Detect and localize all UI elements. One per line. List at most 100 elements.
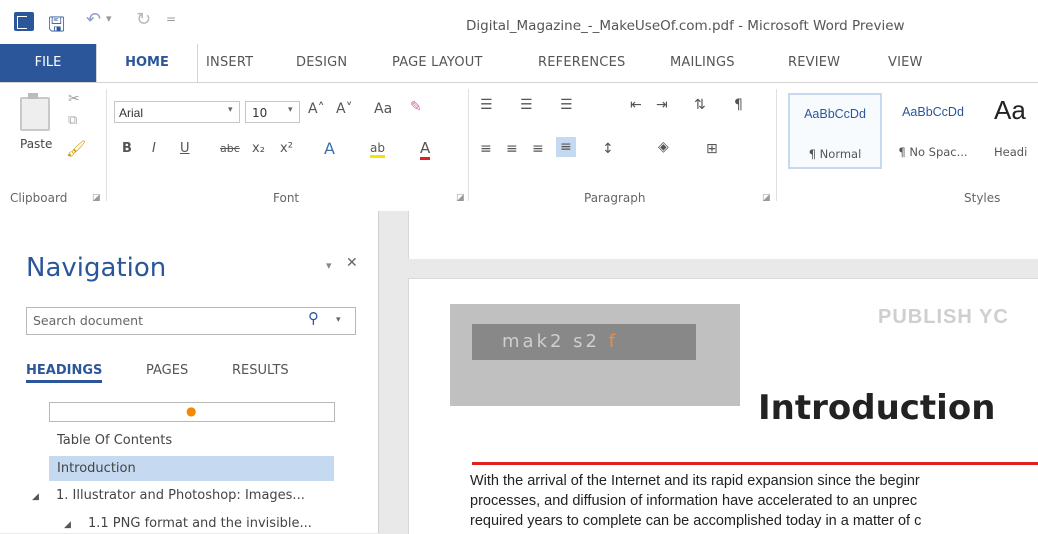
font-color-button[interactable]: A	[420, 139, 431, 160]
nav-heading-illustrator-photoshop[interactable]: 1. Illustrator and Photoshop: Images...	[56, 488, 305, 503]
heading-position-dot: ●	[186, 404, 197, 418]
tab-home[interactable]: HOME	[96, 44, 198, 82]
sort-icon[interactable]: ⇅	[694, 97, 706, 113]
highlight-button[interactable]: ab	[370, 141, 385, 158]
tab-file[interactable]: FILE	[0, 44, 96, 82]
group-divider	[776, 89, 777, 201]
superscript-button[interactable]: x²	[280, 141, 293, 156]
copy-icon[interactable]: ⧉	[68, 113, 77, 128]
style-preview: Aa	[994, 95, 1026, 125]
nav-heading-table-of-contents[interactable]: Table Of Contents	[49, 430, 334, 452]
tab-page-layout[interactable]: PAGE LAYOUT	[392, 55, 483, 70]
bullets-icon[interactable]: ☰	[480, 97, 493, 113]
paragraph-group-label: Paragraph	[584, 191, 646, 205]
chevron-down-icon[interactable]: ▾	[288, 105, 293, 115]
strikethrough-button[interactable]: abc	[220, 142, 240, 155]
collapse-triangle-icon[interactable]: ◢	[32, 492, 39, 502]
tab-pages[interactable]: PAGES	[146, 363, 188, 378]
paste-icon[interactable]	[20, 93, 50, 131]
style-name: ¶ No Spac...	[898, 145, 968, 159]
publish-banner-text: PUBLISH YC	[878, 306, 1009, 328]
show-formatting-icon[interactable]: ¶	[734, 97, 743, 113]
document-heading[interactable]: Introduction	[758, 388, 995, 428]
change-case-icon[interactable]: Aa	[374, 101, 392, 117]
tab-insert[interactable]: INSERT	[206, 55, 253, 70]
nav-heading-png-format[interactable]: 1.1 PNG format and the invisible...	[88, 516, 312, 531]
makeuseof-logo: mak2 s2 f	[472, 324, 696, 360]
grow-font-icon[interactable]: A˄	[308, 101, 325, 117]
undo-dropdown-icon[interactable]: ▾	[106, 12, 112, 25]
line-spacing-icon[interactable]: ↕	[602, 141, 614, 157]
ribbon-tab-bar: FILE HOME INSERT DESIGN PAGE LAYOUT REFE…	[0, 44, 1038, 82]
navigation-title: Navigation	[26, 253, 167, 283]
style-name: Headi	[994, 145, 1028, 159]
align-left-icon[interactable]: ≡	[480, 141, 492, 157]
search-document-input[interactable]: Search document	[26, 307, 356, 335]
decrease-indent-icon[interactable]: ⇤	[630, 97, 642, 113]
body-text-line[interactable]: With the arrival of the Internet and its…	[470, 473, 920, 489]
shrink-font-icon[interactable]: A˅	[336, 101, 353, 117]
tab-headings[interactable]: HEADINGS	[26, 363, 103, 383]
font-launcher-icon[interactable]: ◪	[456, 193, 465, 203]
logo-suffix: f	[608, 331, 619, 352]
tab-references[interactable]: REFERENCES	[538, 55, 625, 70]
tab-review[interactable]: REVIEW	[788, 55, 840, 70]
styles-group-label: Styles	[964, 191, 1001, 205]
style-preview: AaBbCcDd	[902, 105, 964, 119]
bold-button[interactable]: B	[122, 141, 132, 156]
navigation-pane: Navigation ▾ ✕ Search document ⚲ ▾ HEADI…	[0, 211, 379, 533]
tab-view[interactable]: VIEW	[888, 55, 923, 70]
word-app-icon[interactable]	[14, 12, 34, 31]
style-name: ¶ Normal	[808, 147, 862, 161]
style-normal[interactable]: AaBbCcDd ¶ Normal	[788, 93, 882, 169]
title-bar: 🖫 ↶ ▾ ↻ = Digital_Magazine_-_MakeUseOf.c…	[0, 0, 1038, 44]
collapse-triangle-icon[interactable]: ◢	[64, 520, 71, 530]
search-icon[interactable]: ⚲	[308, 309, 319, 327]
font-name-field[interactable]: Arial	[114, 101, 240, 123]
tab-mailings[interactable]: MAILINGS	[670, 55, 735, 70]
group-divider	[106, 89, 107, 201]
tab-results[interactable]: RESULTS	[232, 363, 289, 378]
close-icon[interactable]: ✕	[346, 255, 358, 271]
paragraph-launcher-icon[interactable]: ◪	[762, 193, 771, 203]
window-title: Digital_Magazine_-_MakeUseOf.com.pdf - M…	[466, 18, 905, 34]
style-heading[interactable]: Aa Headi	[984, 93, 1038, 169]
undo-icon[interactable]: ↶	[86, 9, 101, 30]
font-group-label: Font	[273, 191, 300, 205]
numbering-icon[interactable]: ☰	[520, 97, 533, 113]
align-right-icon[interactable]: ≡	[532, 141, 544, 157]
ribbon: Paste ✂ ⧉ 🖌 Clipboard ◪ Arial ▾ 10 ▾ A˄ …	[0, 82, 1038, 212]
save-icon[interactable]: 🖫	[48, 10, 65, 44]
clipboard-launcher-icon[interactable]: ◪	[92, 193, 101, 203]
chevron-down-icon[interactable]: ▾	[336, 315, 341, 325]
pane-options-icon[interactable]: ▾	[326, 259, 332, 272]
logo-text: mak2 s2	[502, 331, 600, 352]
tab-design[interactable]: DESIGN	[296, 55, 347, 70]
customize-quick-access-icon[interactable]: =	[166, 12, 176, 26]
redo-icon[interactable]: ↻	[136, 9, 151, 30]
chevron-down-icon[interactable]: ▾	[228, 105, 233, 115]
clear-formatting-icon[interactable]: ✎	[410, 99, 422, 115]
italic-button[interactable]: I	[152, 141, 156, 156]
body-text-line[interactable]: required years to complete can be accomp…	[470, 513, 921, 529]
nav-heading-introduction[interactable]: Introduction	[49, 456, 334, 481]
document-page[interactable]	[408, 211, 1038, 259]
subscript-button[interactable]: x₂	[252, 141, 265, 156]
heading-rule	[472, 462, 1038, 465]
body-text-line[interactable]: processes, and diffusion of information …	[470, 493, 917, 509]
format-painter-icon[interactable]: 🖌	[66, 139, 86, 158]
multilevel-list-icon[interactable]: ☰	[560, 97, 573, 113]
shading-icon[interactable]: ◈	[658, 139, 669, 155]
borders-icon[interactable]: ⊞	[706, 141, 718, 157]
group-divider	[468, 89, 469, 201]
cut-icon[interactable]: ✂	[68, 91, 80, 107]
increase-indent-icon[interactable]: ⇥	[656, 97, 668, 113]
style-preview: AaBbCcDd	[804, 107, 866, 121]
paste-button-label[interactable]: Paste	[20, 137, 52, 151]
style-no-spacing[interactable]: AaBbCcDd ¶ No Spac...	[886, 93, 980, 169]
underline-button[interactable]: U	[180, 141, 190, 156]
clipboard-group-label: Clipboard	[10, 191, 68, 205]
justify-icon[interactable]: ≡	[556, 137, 576, 157]
text-effects-button[interactable]: A	[324, 139, 335, 158]
align-center-icon[interactable]: ≡	[506, 141, 518, 157]
